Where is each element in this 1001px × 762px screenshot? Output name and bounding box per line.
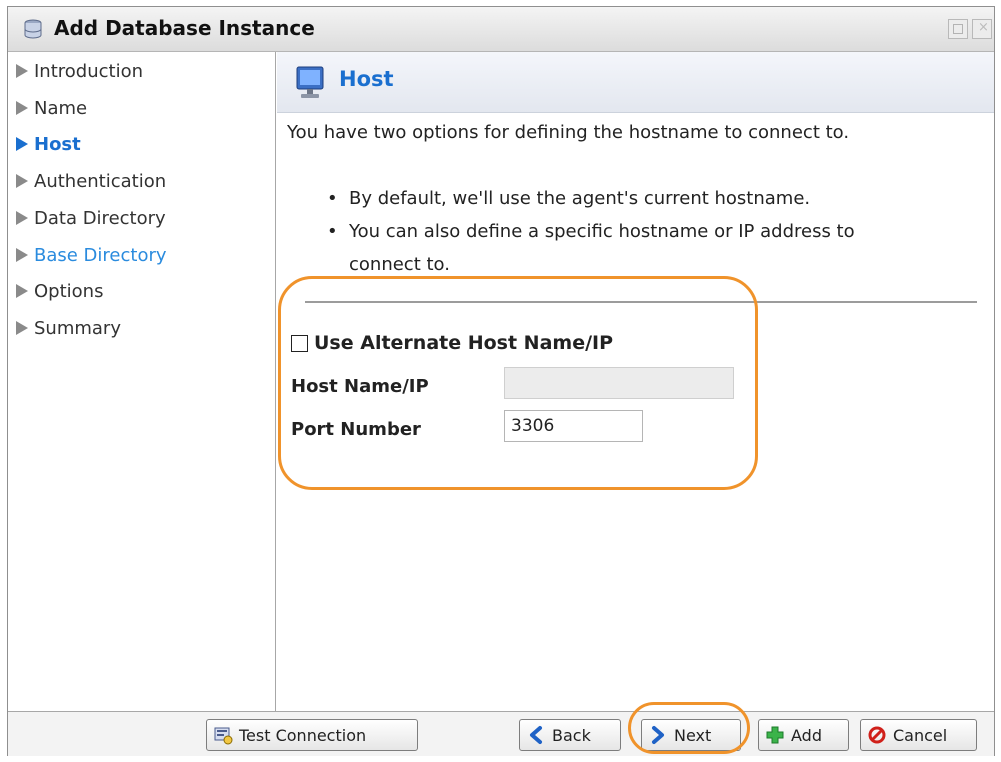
sidebar-item-name[interactable]: Name <box>16 93 87 123</box>
step-arrow-icon <box>16 248 28 262</box>
add-button[interactable]: Add <box>758 719 849 751</box>
alternate-host-checkbox-label: Use Alternate Host Name/IP <box>314 332 614 354</box>
next-button[interactable]: Next <box>641 719 741 751</box>
host-name-label: Host Name/IP <box>291 376 429 397</box>
maximize-button[interactable] <box>948 19 968 39</box>
sidebar-item-authentication[interactable]: Authentication <box>16 166 166 196</box>
title-bar[interactable]: Add Database Instance × <box>8 7 994 52</box>
list-item: • By default, we'll use the agent's curre… <box>327 188 811 209</box>
alternate-host-checkbox[interactable] <box>291 334 308 352</box>
list-item-continuation: connect to. <box>349 254 450 275</box>
back-button[interactable]: Back <box>519 719 621 751</box>
step-arrow-icon <box>16 137 28 151</box>
options-list: • By default, we'll use the agent's curre… <box>327 182 855 281</box>
step-arrow-icon <box>16 211 28 225</box>
maximize-icon <box>953 24 963 34</box>
back-arrow-icon <box>526 725 546 745</box>
step-arrow-icon <box>16 321 28 335</box>
host-description: You have two options for defining the ho… <box>287 122 850 143</box>
step-arrow-icon <box>16 101 28 115</box>
window-title: Add Database Instance <box>54 16 315 40</box>
panel-title: Host <box>339 67 394 91</box>
step-arrow-icon <box>16 174 28 188</box>
sidebar-item-base-directory[interactable]: Base Directory <box>16 240 167 270</box>
sidebar-item-summary[interactable]: Summary <box>16 313 121 343</box>
step-arrow-icon <box>16 64 28 78</box>
alternate-host-option[interactable]: Use Alternate Host Name/IP <box>291 332 613 354</box>
cancel-icon <box>867 725 887 745</box>
database-icon <box>24 19 42 39</box>
sidebar-item-data-directory[interactable]: Data Directory <box>16 203 166 233</box>
list-item: • You can also define a specific hostname… <box>327 221 855 242</box>
add-database-instance-dialog: Add Database Instance × Introduction Nam… <box>7 6 995 756</box>
sidebar-item-introduction[interactable]: Introduction <box>16 56 143 86</box>
cancel-button[interactable]: Cancel <box>860 719 977 751</box>
add-plus-icon <box>765 725 785 745</box>
wizard-steps-sidebar: Introduction Name Host Authentication Da… <box>8 52 276 711</box>
close-icon: × <box>978 20 989 35</box>
monitor-icon <box>296 66 324 98</box>
port-number-input[interactable] <box>504 410 643 442</box>
sidebar-item-host[interactable]: Host <box>16 129 81 159</box>
close-button[interactable]: × <box>972 19 992 39</box>
host-name-input[interactable] <box>504 367 734 399</box>
panel-header: Host <box>277 52 994 113</box>
sidebar-item-options[interactable]: Options <box>16 276 103 306</box>
test-connection-icon <box>213 725 233 745</box>
host-panel: Host You have two options for defining t… <box>277 52 994 711</box>
dialog-footer: Test Connection Back Next Add Cancel <box>8 711 994 756</box>
step-arrow-icon <box>16 284 28 298</box>
divider <box>305 301 977 303</box>
test-connection-button[interactable]: Test Connection <box>206 719 418 751</box>
port-number-label: Port Number <box>291 419 421 440</box>
next-arrow-icon <box>648 725 668 745</box>
